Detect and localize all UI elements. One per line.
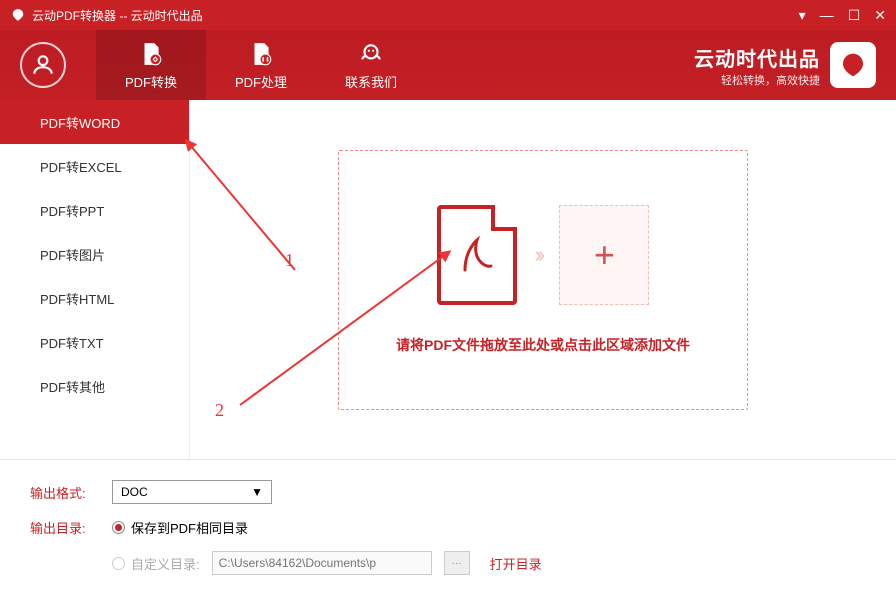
chevron-down-icon: ▼ [251, 485, 263, 499]
brand-logo-icon [830, 42, 876, 88]
main-tabs: PDF转换 PDF处理 联系我们 [96, 30, 426, 100]
footer-settings: 输出格式: DOC ▼ 输出目录: 保存到PDF相同目录 自定义目录: ··· … [0, 459, 896, 599]
add-file-box: + [559, 205, 649, 305]
tab-label: PDF转换 [125, 72, 177, 91]
tab-pdf-process[interactable]: PDF处理 [206, 30, 316, 100]
output-format-label: 输出格式: [30, 483, 100, 502]
dropdown-icon[interactable]: ▾ [799, 7, 806, 24]
select-value: DOC [121, 485, 148, 499]
brand-area: 云动时代出品 轻松转换，高效快捷 [694, 42, 876, 88]
radio-label: 自定义目录: [131, 554, 200, 573]
tab-label: 联系我们 [345, 72, 397, 91]
dropzone-text: 请将PDF文件拖放至此处或点击此区域添加文件 [396, 335, 690, 355]
pdf-process-icon [247, 40, 275, 68]
pdf-convert-icon [137, 40, 165, 68]
radio-icon [112, 521, 125, 534]
window-controls: ▾ — ☐ ✕ [799, 7, 886, 24]
contact-icon [357, 40, 385, 68]
annotation-label-2: 2 [215, 400, 224, 421]
radio-label: 保存到PDF相同目录 [131, 518, 248, 537]
open-dir-link[interactable]: 打开目录 [490, 554, 542, 573]
brand-title: 云动时代出品 [694, 43, 820, 72]
header: PDF转换 PDF处理 联系我们 云动时代出品 轻松转换，高效快捷 [0, 30, 896, 100]
sidebar-item-pdf-image[interactable]: PDF转图片 [0, 232, 189, 276]
annotation-label-1: 1 [285, 250, 294, 271]
radio-icon [112, 557, 125, 570]
arrow-icon: ›› [535, 242, 542, 268]
tab-label: PDF处理 [235, 72, 287, 91]
sidebar-item-pdf-other[interactable]: PDF转其他 [0, 364, 189, 408]
radio-same-dir[interactable]: 保存到PDF相同目录 [112, 518, 248, 537]
tab-contact[interactable]: 联系我们 [316, 30, 426, 100]
output-dir-label: 输出目录: [30, 518, 100, 537]
file-dropzone[interactable]: ›› + 请将PDF文件拖放至此处或点击此区域添加文件 [338, 150, 748, 410]
main-panel: ›› + 请将PDF文件拖放至此处或点击此区域添加文件 1 2 [190, 100, 896, 459]
window-title: 云动PDF转换器 -- 云动时代出品 [32, 7, 799, 24]
app-icon [10, 7, 26, 23]
titlebar: 云动PDF转换器 -- 云动时代出品 ▾ — ☐ ✕ [0, 0, 896, 30]
user-avatar[interactable] [20, 42, 66, 88]
maximize-button[interactable]: ☐ [848, 7, 861, 24]
plus-icon: + [594, 234, 615, 276]
dropzone-graphics: ›› + [437, 205, 650, 305]
pdf-file-icon [437, 205, 517, 305]
tab-pdf-convert[interactable]: PDF转换 [96, 30, 206, 100]
close-button[interactable]: ✕ [874, 7, 886, 24]
radio-custom-dir[interactable]: 自定义目录: [112, 554, 200, 573]
brand-subtitle: 轻松转换，高效快捷 [694, 72, 820, 88]
sidebar-item-pdf-word[interactable]: PDF转WORD [0, 100, 189, 144]
sidebar-item-pdf-ppt[interactable]: PDF转PPT [0, 188, 189, 232]
minimize-button[interactable]: — [820, 7, 834, 24]
custom-dir-input[interactable] [212, 551, 432, 575]
sidebar: PDF转WORD PDF转EXCEL PDF转PPT PDF转图片 PDF转HT… [0, 100, 190, 459]
output-format-select[interactable]: DOC ▼ [112, 480, 272, 504]
sidebar-item-pdf-excel[interactable]: PDF转EXCEL [0, 144, 189, 188]
sidebar-item-pdf-html[interactable]: PDF转HTML [0, 276, 189, 320]
sidebar-item-pdf-txt[interactable]: PDF转TXT [0, 320, 189, 364]
browse-button[interactable]: ··· [444, 551, 470, 575]
